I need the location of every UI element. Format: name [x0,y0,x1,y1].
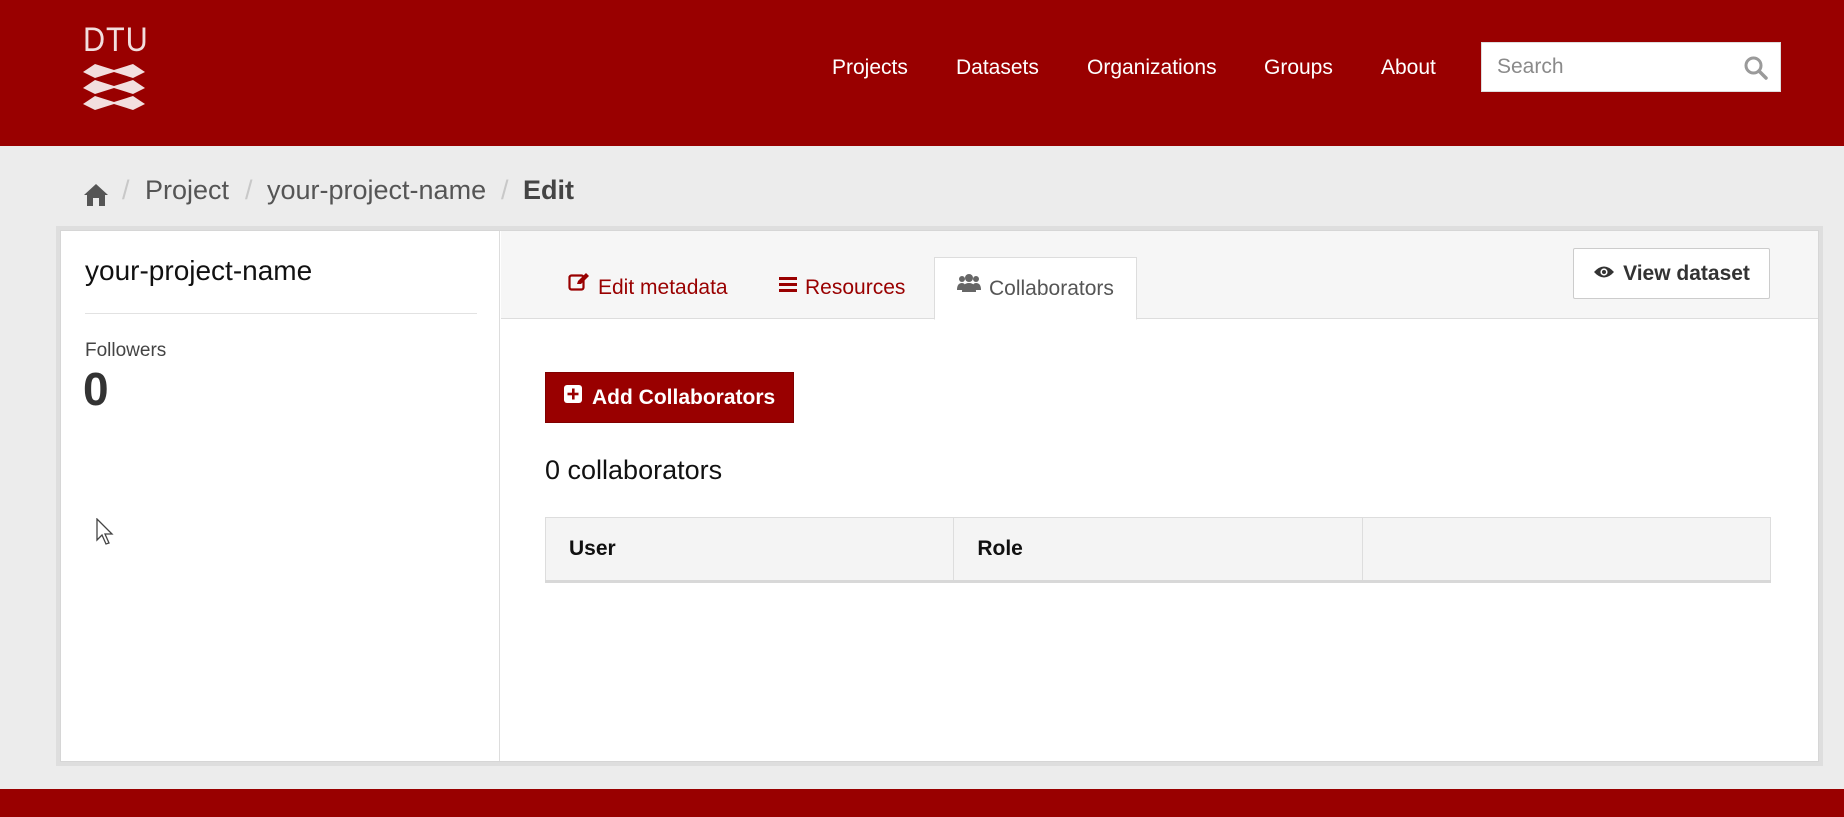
mouse-cursor-icon [96,517,116,551]
nav-organizations[interactable]: Organizations [1087,54,1217,82]
edit-icon [568,255,590,317]
breadcrumb-project-name[interactable]: your-project-name [267,170,486,210]
search-input[interactable] [1482,43,1732,91]
view-dataset-label: View dataset [1623,262,1750,285]
table-header-row: User Role [544,517,1772,583]
plus-square-icon [564,372,582,421]
users-icon [957,256,981,318]
main-panel: your-project-name Followers 0 Edit metad… [60,230,1819,762]
search-box [1481,42,1781,92]
collaborators-count: 0 collaborators [545,455,723,485]
site-footer [0,789,1844,817]
nav-groups[interactable]: Groups [1264,54,1333,82]
breadcrumb-edit: Edit [523,175,574,205]
nav-about[interactable]: About [1381,54,1436,82]
followers-count: 0 [83,363,109,415]
tab-label: Collaborators [989,277,1114,300]
content-area: Edit metadata Resources Collaborators Vi… [501,231,1818,761]
tab-collaborators[interactable]: Collaborators [934,257,1137,320]
breadcrumb-separator: / [122,175,130,205]
tab-label: Resources [805,276,906,299]
tab-bar: Edit metadata Resources Collaborators Vi… [501,231,1818,320]
tab-label: Edit metadata [598,276,728,299]
add-collaborators-button[interactable]: Add Collaborators [545,372,794,423]
site-header: DTU Projects Datasets Organizations Grou… [0,0,1844,146]
list-icon [779,255,797,317]
nav-projects[interactable]: Projects [832,54,908,82]
tab-edit-metadata[interactable]: Edit metadata [568,257,728,320]
nav-datasets[interactable]: Datasets [956,54,1039,82]
logo-text: DTU [83,21,149,59]
home-icon[interactable] [83,178,109,218]
eye-icon [1593,248,1615,297]
sidebar: your-project-name Followers 0 [61,231,500,761]
column-role: Role [953,517,1363,583]
breadcrumb-separator: / [501,175,509,205]
breadcrumb-project[interactable]: Project [145,170,229,210]
add-collaborators-label: Add Collaborators [592,386,776,409]
dtu-logo[interactable]: DTU [83,21,149,114]
tab-resources[interactable]: Resources [779,257,905,320]
view-dataset-button[interactable]: View dataset [1573,248,1770,299]
column-user: User [544,517,955,583]
project-title: your-project-name [85,255,313,286]
search-icon[interactable] [1742,54,1770,82]
breadcrumb-separator: / [245,175,253,205]
logo-waves-icon [83,64,145,110]
collaborators-table: User Role [544,517,1772,583]
column-actions [1361,517,1772,583]
divider [85,313,477,314]
followers-label: Followers [85,340,167,361]
